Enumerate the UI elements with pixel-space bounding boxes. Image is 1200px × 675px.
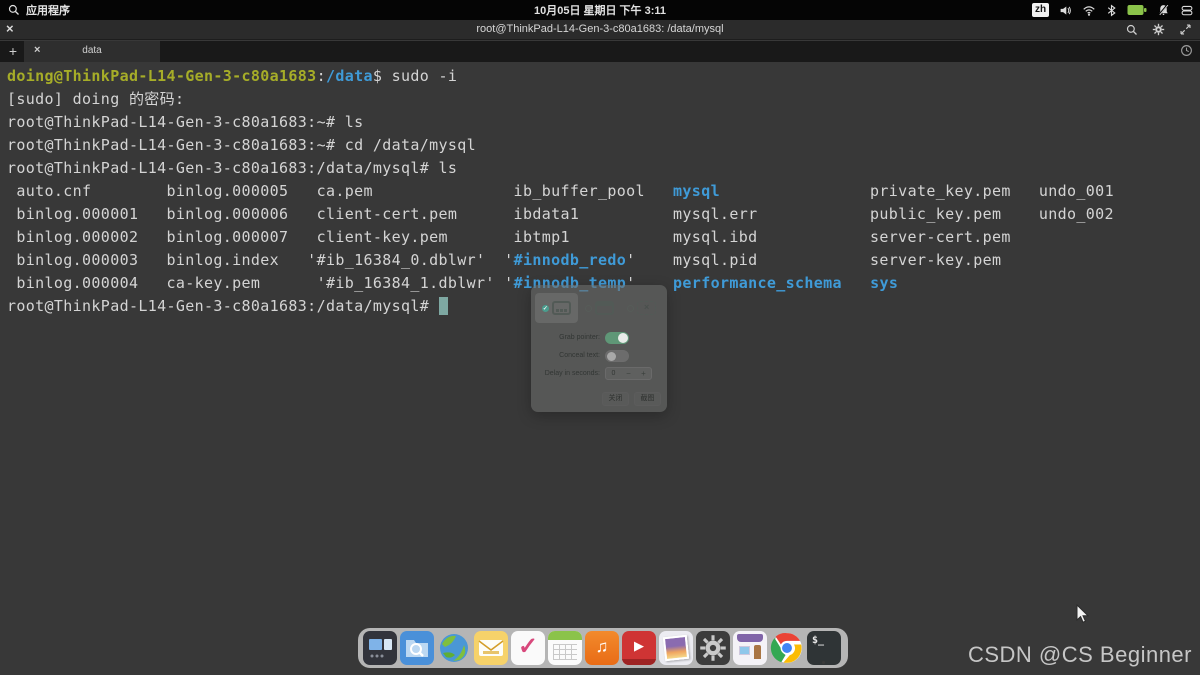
bluetooth-icon[interactable] [1106,4,1117,17]
radio-selected-icon: ✓ [542,305,549,312]
selection-mode-icon: × [637,301,656,315]
mail-icon[interactable] [474,631,508,665]
terminal-line: auto.cnf binlog.000005 ca.pem ib_buffer_… [7,180,1200,203]
software-store-icon[interactable] [733,631,767,665]
system-menu-icon[interactable] [1180,4,1194,17]
unmaximize-icon[interactable] [1179,23,1192,36]
wifi-icon[interactable] [1082,4,1096,17]
terminal-tab-bar: + × data [0,41,1200,62]
tab-data[interactable]: × data [24,41,160,62]
terminal-line: root@ThinkPad-L14-Gen-3-c80a1683:~# ls [7,111,1200,134]
tab-label: data [24,45,160,56]
settings-icon[interactable] [696,631,730,665]
grab-pointer-row: Grab pointer: [537,331,661,344]
conceal-text-row: Conceal text: [537,349,661,362]
minus-button[interactable]: − [621,369,636,378]
web-browser-icon[interactable] [437,631,471,665]
grab-pointer-label: Grab pointer: [537,334,605,341]
window-mode-icon [595,301,614,315]
running-indicator [822,661,825,664]
system-top-bar: 应用程序 10月05日 星期日 下午 3:11 zh [0,0,1200,20]
new-tab-button[interactable]: + [4,41,22,62]
radio-icon [585,305,592,312]
dialog-close-button[interactable]: 关闭 [602,392,629,406]
terminal-app-icon[interactable]: $_ [807,631,841,665]
videos-icon[interactable]: ▶ [622,631,656,665]
delay-row: Delay in seconds: 0 − + [537,367,661,380]
conceal-text-label: Conceal text: [537,352,605,359]
volume-icon[interactable] [1059,4,1072,17]
mode-selection[interactable]: × [620,293,663,323]
media-viewer-icon[interactable] [363,631,397,665]
battery-icon[interactable] [1127,4,1147,16]
terminal-line: doing@ThinkPad-L14-Gen-3-c80a1683:/data$… [7,65,1200,88]
delay-label: Delay in seconds: [537,370,605,377]
clock[interactable]: 10月05日 星期日 下午 3:11 [0,2,1200,18]
music-icon[interactable]: ♫ [585,631,619,665]
calendar-icon[interactable] [548,631,582,665]
photos-icon[interactable] [659,631,693,665]
mode-screen[interactable]: ✓ [535,293,578,323]
terminal-line: binlog.000001 binlog.000006 client-cert.… [7,203,1200,226]
grab-pointer-toggle[interactable] [605,332,629,344]
terminal-line: [sudo] doing 的密码: [7,88,1200,111]
plus-button[interactable]: + [636,369,651,378]
file-manager-icon[interactable] [400,631,434,665]
history-icon[interactable] [1180,44,1193,57]
todo-icon[interactable]: ✓ [511,631,545,665]
window-title: root@ThinkPad-L14-Gen-3-c80a1683: /data/… [0,23,1200,35]
notifications-off-icon[interactable] [1157,3,1170,17]
mode-window[interactable] [578,293,621,323]
conceal-text-toggle[interactable] [605,350,629,362]
terminal-line: root@ThinkPad-L14-Gen-3-c80a1683:~# cd /… [7,134,1200,157]
terminal-line: root@ThinkPad-L14-Gen-3-c80a1683:/data/m… [7,157,1200,180]
delay-spinner[interactable]: 0 − + [605,367,652,380]
screenshot-dialog: ✓ × Grab pointer: Conceal text: Delay in… [531,285,667,412]
mouse-pointer [1076,604,1092,624]
terminal-title-bar: × root@ThinkPad-L14-Gen-3-c80a1683: /dat… [0,20,1200,40]
screen-mode-icon [552,301,571,315]
terminal-line: binlog.000002 binlog.000007 client-key.p… [7,226,1200,249]
terminal-line: binlog.000003 binlog.index '#ib_16384_0.… [7,249,1200,272]
dock: ✓ ♫ ▶ [358,628,848,668]
system-tray: zh [1032,0,1194,20]
watermark: CSDN @CS Beginner [968,642,1192,668]
capture-mode-row: ✓ × [535,293,663,323]
dialog-capture-button[interactable]: 截图 [634,392,661,406]
chrome-icon[interactable] [770,631,804,665]
input-method-indicator[interactable]: zh [1032,3,1049,17]
radio-icon [627,305,634,312]
terminal-search-button[interactable] [1126,24,1138,36]
terminal-settings-gear-icon[interactable] [1152,23,1165,36]
delay-value: 0 [606,370,621,377]
